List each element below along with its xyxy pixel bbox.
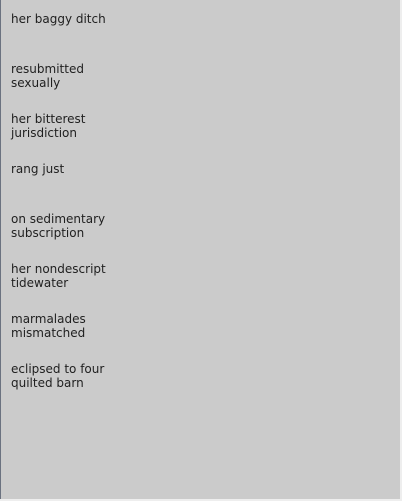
list-item[interactable]: on sedimentary subscription: [11, 212, 121, 262]
list-item[interactable]: eclipsed to four quilted barn: [11, 362, 121, 412]
list-item[interactable]: marmalades mismatched: [11, 312, 121, 362]
list-item[interactable]: rang just: [11, 162, 121, 212]
list-item[interactable]: her baggy ditch: [11, 12, 121, 62]
list-item[interactable]: her bitterest jurisdiction: [11, 112, 121, 162]
list-item[interactable]: resubmitted sexually: [11, 62, 121, 112]
list-item[interactable]: her nondescript tidewater: [11, 262, 121, 312]
list-panel: her baggy ditch resubmitted sexually her…: [0, 0, 402, 501]
item-list: her baggy ditch resubmitted sexually her…: [11, 12, 121, 412]
